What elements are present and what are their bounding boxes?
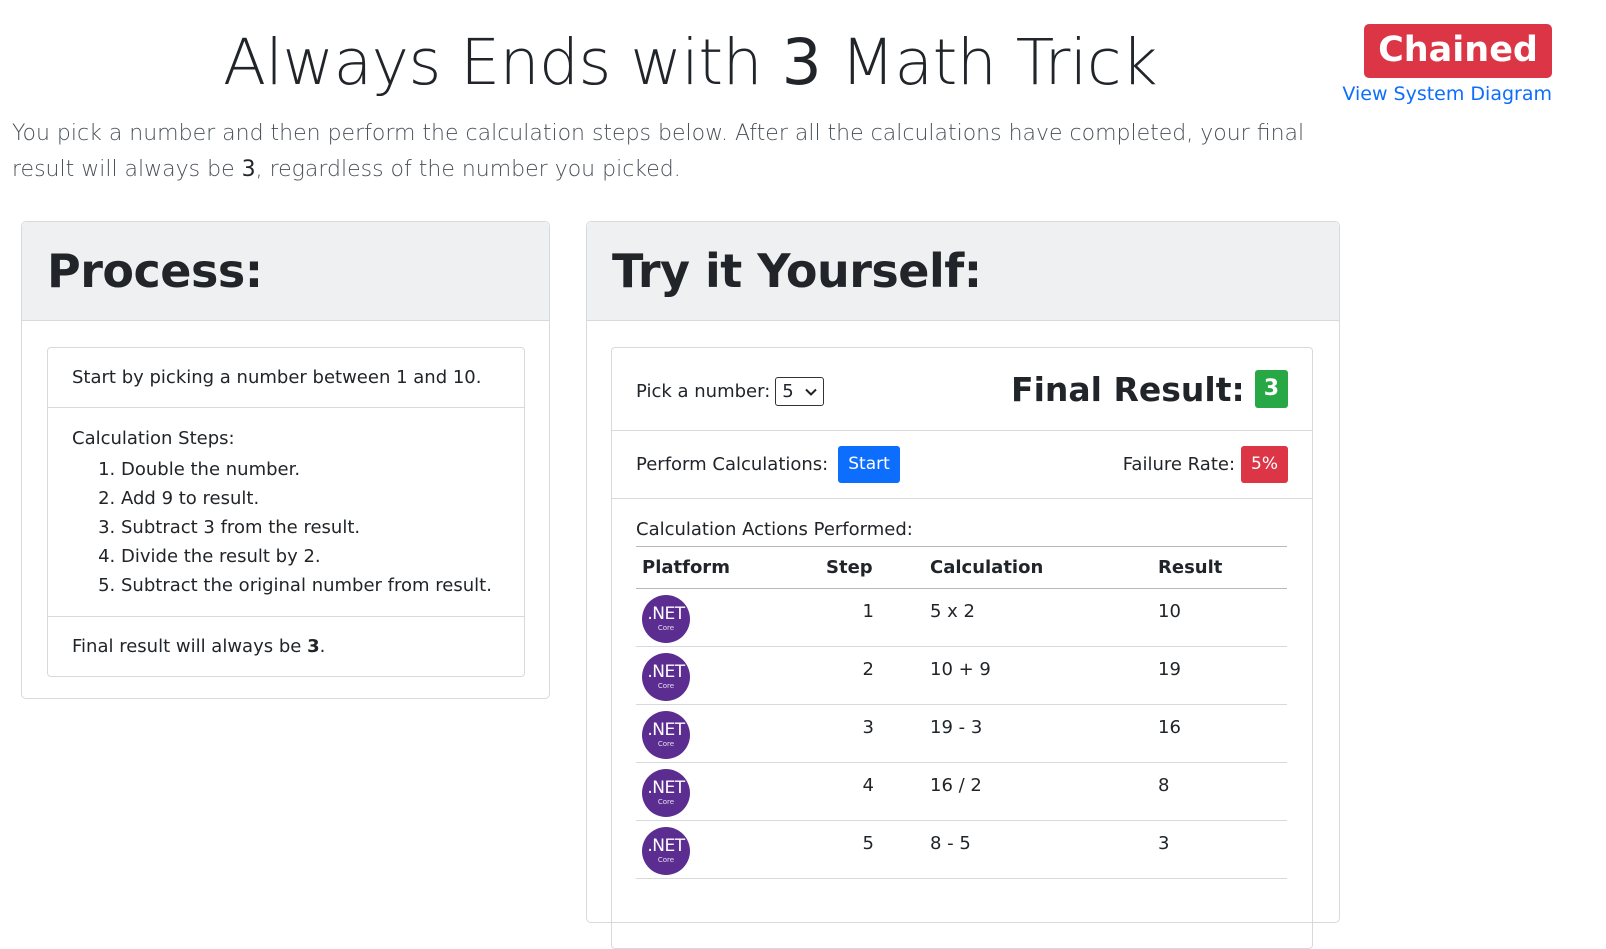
dotnet-core-icon: .NET Core — [642, 595, 690, 643]
process-final-text: Final result will always be — [72, 636, 308, 657]
perform-group: Perform Calculations: Start — [636, 446, 900, 483]
column-header-step: Step — [820, 546, 924, 589]
process-start-item: Start by picking a number between 1 and … — [48, 348, 524, 408]
column-header-calculation: Calculation — [924, 546, 1152, 589]
intro-text-end: , regardless of the number you picked. — [255, 157, 681, 182]
step-cell: 5 — [820, 820, 924, 879]
intro-number: 3 — [241, 157, 256, 182]
table-row: .NET Core 4 16 / 2 8 — [636, 762, 1287, 821]
table-row: .NET Core 2 10 + 9 19 — [636, 646, 1287, 705]
platform-cell: .NET Core — [636, 704, 820, 763]
calculation-cell: 19 - 3 — [924, 704, 1152, 763]
calculation-cell: 16 / 2 — [924, 762, 1152, 821]
perform-row: Perform Calculations: Start Failure Rate… — [612, 431, 1312, 499]
title-suffix: Math Trick — [821, 26, 1158, 99]
actions-label: Calculation Actions Performed: — [636, 519, 913, 540]
pick-row: Pick a number: 5 Final Result: 3 — [612, 348, 1312, 431]
try-card-header: Try it Yourself: — [587, 222, 1339, 321]
intro-text: You pick a number and then perform the c… — [12, 116, 1352, 188]
calculation-cell: 5 x 2 — [924, 588, 1152, 647]
try-title: Try it Yourself: — [612, 244, 982, 298]
step-cell: 4 — [820, 762, 924, 821]
table-row: .NET Core 1 5 x 2 10 — [636, 588, 1287, 647]
chained-badge: Chained — [1364, 24, 1552, 78]
table-row: .NET Core 5 8 - 5 3 — [636, 820, 1287, 879]
actions-table: Platform Step Calculation Result .NET Cor… — [636, 546, 1287, 879]
process-final-number: 3 — [307, 636, 320, 657]
dotnet-core-icon: .NET Core — [642, 711, 690, 759]
calculation-cell: 8 - 5 — [924, 820, 1152, 879]
platform-cell: .NET Core — [636, 588, 820, 647]
step-cell: 1 — [820, 588, 924, 647]
chevron-down-icon — [805, 388, 817, 396]
process-final-item: Final result will always be 3. — [48, 617, 524, 676]
final-result: Final Result: 3 — [1011, 370, 1288, 409]
pick-group: Pick a number: 5 — [636, 377, 825, 406]
result-cell: 3 — [1152, 820, 1287, 879]
page-title: Always Ends with 3 Math Trick — [20, 26, 1360, 99]
steps-list: Double the number. Add 9 to result. Subt… — [72, 455, 500, 600]
failure-label: Failure Rate: — [1122, 454, 1236, 475]
final-result-badge: 3 — [1254, 370, 1288, 408]
number-select-value: 5 — [782, 381, 794, 402]
process-list: Start by picking a number between 1 and … — [47, 347, 525, 677]
result-cell: 10 — [1152, 588, 1287, 647]
calculation-cell: 10 + 9 — [924, 646, 1152, 705]
step-item: Subtract the original number from result… — [121, 571, 500, 600]
process-card: Process: Start by picking a number betwe… — [21, 221, 550, 699]
dotnet-core-icon: .NET Core — [642, 827, 690, 875]
column-header-result: Result — [1152, 546, 1287, 589]
step-cell: 2 — [820, 646, 924, 705]
column-header-platform: Platform — [636, 546, 820, 589]
step-item: Double the number. — [121, 455, 500, 484]
result-cell: 8 — [1152, 762, 1287, 821]
step-item: Divide the result by 2. — [121, 542, 500, 571]
process-title: Process: — [47, 244, 263, 298]
step-cell: 3 — [820, 704, 924, 763]
failure-group: Failure Rate: 5% — [1123, 446, 1288, 483]
perform-label: Perform Calculations: — [636, 454, 829, 475]
view-system-diagram-link[interactable]: View System Diagram — [1342, 83, 1552, 105]
pick-label: Pick a number: — [636, 381, 771, 402]
dotnet-core-icon: .NET Core — [642, 769, 690, 817]
number-select[interactable]: 5 — [775, 377, 825, 406]
steps-label: Calculation Steps: — [72, 428, 235, 449]
table-header-row: Platform Step Calculation Result — [636, 546, 1287, 589]
try-list: Pick a number: 5 Final Result: 3 Perform… — [611, 347, 1313, 949]
step-item: Add 9 to result. — [121, 484, 500, 513]
process-card-header: Process: — [22, 222, 549, 321]
table-row: .NET Core 3 19 - 3 16 — [636, 704, 1287, 763]
title-prefix: Always Ends with — [222, 26, 782, 99]
process-steps-item: Calculation Steps: Double the number. Ad… — [48, 408, 524, 617]
result-cell: 16 — [1152, 704, 1287, 763]
platform-cell: .NET Core — [636, 820, 820, 879]
step-item: Subtract 3 from the result. — [121, 513, 500, 542]
start-button[interactable]: Start — [838, 446, 900, 483]
title-number: 3 — [781, 26, 822, 99]
brand-area: Chained View System Diagram — [1342, 24, 1552, 105]
dotnet-core-icon: .NET Core — [642, 653, 690, 701]
actions-section: Calculation Actions Performed: Platform … — [612, 518, 1312, 879]
result-cell: 19 — [1152, 646, 1287, 705]
try-card: Try it Yourself: Pick a number: 5 Final … — [586, 221, 1340, 949]
process-final-period: . — [319, 636, 326, 657]
platform-cell: .NET Core — [636, 646, 820, 705]
platform-cell: .NET Core — [636, 762, 820, 821]
failure-rate-badge: 5% — [1241, 446, 1288, 483]
final-result-label: Final Result: — [1011, 369, 1245, 409]
